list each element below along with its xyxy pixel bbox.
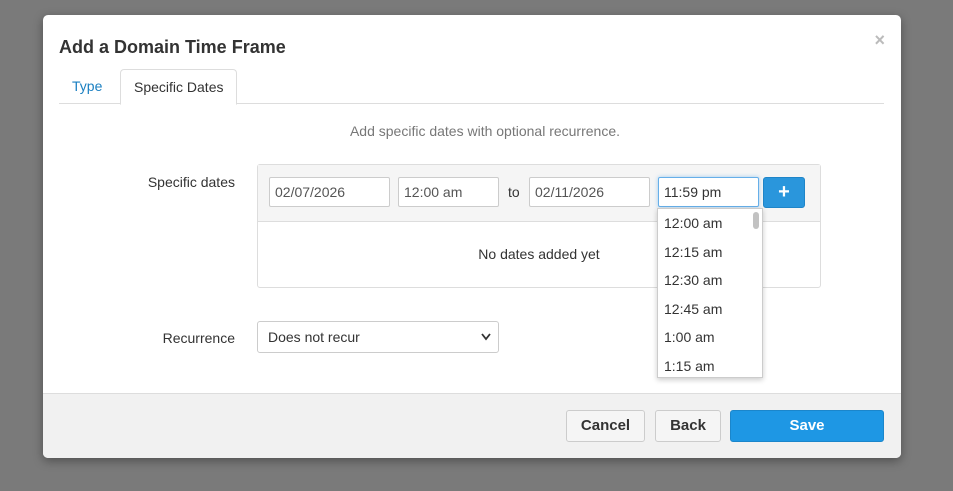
specific-dates-label: Specific dates — [147, 174, 235, 190]
help-text: Add specific dates with optional recurre… — [349, 123, 621, 139]
tab-specific-dates[interactable]: Specific Dates — [120, 69, 238, 105]
save-button[interactable]: Save — [730, 410, 884, 442]
dropdown-scrollbar[interactable] — [753, 212, 759, 229]
time-option[interactable]: 1:00 am — [658, 323, 762, 352]
time-option[interactable]: 12:00 am — [658, 209, 762, 238]
time-option[interactable]: 12:30 am — [658, 266, 762, 295]
to-label: to — [508, 184, 520, 200]
tab-type[interactable]: Type — [59, 69, 115, 103]
tab-bar: Type Specific Dates — [59, 69, 884, 105]
modal-title: Add a Domain Time Frame — [59, 37, 286, 57]
recurrence-label: Recurrence — [162, 330, 235, 346]
start-date-input[interactable]: 02/07/2026 — [269, 177, 390, 207]
back-button[interactable]: Back — [655, 410, 721, 442]
recurrence-selected-value: Does not recur — [268, 329, 360, 345]
time-option[interactable]: 12:15 am — [658, 238, 762, 267]
close-icon[interactable]: × — [874, 31, 885, 49]
chevron-down-icon — [481, 322, 491, 364]
time-option[interactable]: 1:15 am — [658, 352, 762, 378]
end-time-input[interactable]: 11:59 pm — [658, 177, 759, 207]
add-date-button[interactable]: + — [763, 177, 805, 208]
domain-time-frame-modal: Add a Domain Time Frame × Type Specific … — [43, 15, 901, 458]
recurrence-select[interactable]: Does not recur — [257, 321, 499, 353]
time-dropdown-list[interactable]: 12:00 am 12:15 am 12:30 am 12:45 am 1:00… — [657, 208, 763, 378]
modal-footer: Cancel Back Save — [43, 393, 901, 458]
cancel-button[interactable]: Cancel — [566, 410, 645, 442]
start-time-input[interactable]: 12:00 am — [398, 177, 499, 207]
end-date-input[interactable]: 02/11/2026 — [529, 177, 650, 207]
time-option[interactable]: 12:45 am — [658, 295, 762, 324]
